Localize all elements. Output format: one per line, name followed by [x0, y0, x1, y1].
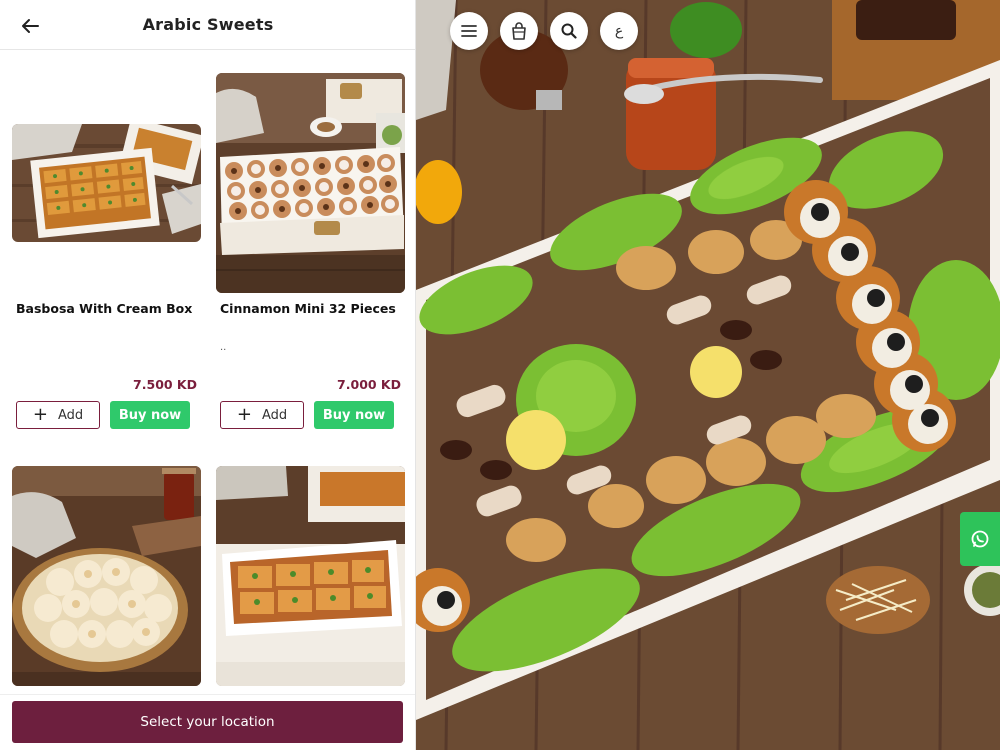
product-list-panel: Arabic Sweets Basbosa With Cream Box 7.5… — [0, 0, 416, 750]
product-image[interactable] — [12, 124, 201, 242]
hamburger-icon — [461, 25, 477, 37]
plus-icon: + — [236, 404, 252, 425]
location-bar: Select your location — [0, 694, 415, 750]
hero-panel: ع — [416, 0, 1000, 750]
product-price: 7.000 KD — [337, 377, 401, 392]
buy-now-button[interactable]: Buy now — [314, 401, 394, 429]
search-icon — [561, 23, 577, 39]
add-label: Add — [261, 407, 288, 423]
product-name[interactable]: Basbosa With Cream Box — [16, 301, 192, 316]
page-title: Arabic Sweets — [142, 15, 274, 34]
product-image[interactable] — [12, 466, 201, 686]
search-button[interactable] — [550, 12, 588, 50]
add-to-cart-button[interactable]: + Add — [220, 401, 304, 429]
language-button[interactable]: ع — [600, 12, 638, 50]
arrow-left-icon — [22, 19, 39, 33]
menu-button[interactable] — [450, 12, 488, 50]
whatsapp-button[interactable] — [960, 512, 1000, 566]
language-label: ع — [614, 23, 624, 39]
add-label: Add — [57, 407, 84, 423]
app-root: Arabic Sweets Basbosa With Cream Box 7.5… — [0, 0, 1000, 750]
hero-image — [416, 0, 1000, 750]
product-price: 7.500 KD — [133, 377, 197, 392]
back-button[interactable] — [18, 14, 42, 38]
product-image[interactable] — [216, 73, 405, 293]
product-image[interactable] — [216, 466, 405, 686]
product-name[interactable]: Cinnamon Mini 32 Pieces — [220, 301, 396, 316]
select-location-button[interactable]: Select your location — [12, 701, 403, 743]
cart-button[interactable] — [500, 12, 538, 50]
buy-now-button[interactable]: Buy now — [110, 401, 190, 429]
product-description: .. — [220, 342, 227, 353]
plus-icon: + — [32, 404, 48, 425]
top-bar: Arabic Sweets — [0, 0, 415, 50]
add-to-cart-button[interactable]: + Add — [16, 401, 100, 429]
shopping-bag-icon — [512, 22, 526, 40]
whatsapp-icon — [971, 530, 989, 548]
